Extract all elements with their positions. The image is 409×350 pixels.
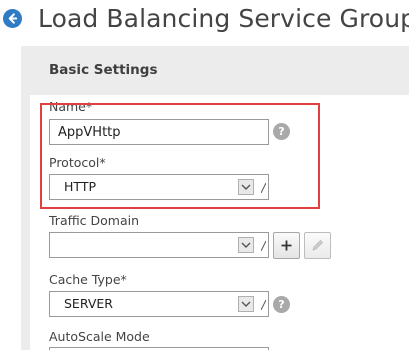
chevron-down-icon [238,296,254,312]
back-arrow-icon[interactable] [3,9,22,28]
autoscale-mode-label: AutoScale Mode [49,329,150,344]
name-label: Name* [49,99,93,114]
traffic-domain-label: Traffic Domain [49,213,140,228]
select-resize-icon [261,299,266,310]
select-resize-icon [261,240,266,251]
cache-type-select-value: SERVER [64,296,113,311]
cache-type-help-icon[interactable]: ? [273,296,290,313]
pencil-icon [312,239,324,251]
protocol-label: Protocol* [49,155,106,170]
section-title: Basic Settings [49,62,158,78]
chevron-down-icon [238,237,254,253]
name-help-icon[interactable]: ? [273,123,290,140]
chevron-down-icon [238,179,254,195]
add-traffic-domain-button[interactable] [273,232,300,259]
select-resize-icon [261,182,266,193]
cache-type-select[interactable]: SERVER [49,291,269,317]
edit-traffic-domain-button[interactable] [304,232,331,259]
cache-type-label: Cache Type* [49,272,127,287]
protocol-select-value: HTTP [64,179,96,194]
protocol-select[interactable]: HTTP [49,174,269,200]
page-title: Load Balancing Service Group [38,4,409,33]
page: Load Balancing Service Group Basic Setti… [0,0,409,350]
name-input[interactable] [49,119,269,145]
traffic-domain-select[interactable] [49,232,269,258]
plus-icon [281,240,292,251]
